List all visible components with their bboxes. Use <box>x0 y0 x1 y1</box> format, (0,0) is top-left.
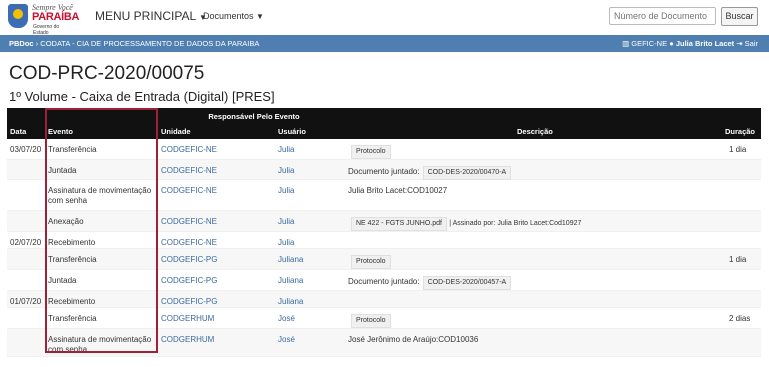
cell-evento: Transferência <box>48 145 97 154</box>
table-row: Juntada CODGEFIC-PG Juliana Documento ju… <box>7 270 761 291</box>
desc-tag[interactable]: Protocolo <box>351 145 391 159</box>
col-header-unidade: Unidade <box>161 127 191 136</box>
breadcrumb-org-link[interactable]: CODATA - CIA DE PROCESSAMENTO DE DADOS D… <box>40 39 259 48</box>
cell-descricao: Documento juntado: COD-DES-2020/00457-A <box>348 276 512 290</box>
cell-evento: Juntada <box>48 166 77 175</box>
desc-text: | Assinado por: Julia Brito Lacet:Cod109… <box>449 220 582 227</box>
user-info: ▥ GEFIC-NE ● Julia Brito Lacet ⇥ Sair <box>622 35 758 52</box>
col-header-data: Data <box>10 127 27 136</box>
cell-duracao: 2 dias <box>729 314 751 323</box>
cell-evento: Recebimento <box>48 297 96 306</box>
breadcrumb-separator: › <box>35 39 39 48</box>
logout-link[interactable]: Sair <box>745 39 758 48</box>
current-user[interactable]: Julia Brito Lacet <box>676 39 734 48</box>
cell-unidade-link[interactable]: CODGEFIC-PG <box>161 297 217 307</box>
cell-descricao: NE 422 - FGTS JUNHO.pdf | Assinado por: … <box>348 217 581 231</box>
attachment-link[interactable]: NE 422 - FGTS JUNHO.pdf <box>351 217 447 231</box>
cell-usuario-link[interactable]: José <box>278 335 295 345</box>
cell-evento: Transferência <box>48 255 97 264</box>
col-header-descricao: Descrição <box>517 127 553 136</box>
table-group-header: Responsável Pelo Evento <box>7 108 761 124</box>
breadcrumb: PBDoc › CODATA - CIA DE PROCESSAMENTO DE… <box>9 35 259 52</box>
table-row: 01/07/20 Recebimento CODGEFIC-PG Juliana <box>7 291 761 308</box>
cell-usuario-link[interactable]: Julia <box>278 238 294 248</box>
document-number-input[interactable] <box>609 7 716 25</box>
cell-unidade-link[interactable]: CODGEFIC-NE <box>161 186 217 196</box>
table-body: 03/07/20 Transferência CODGEFIC-NE Julia… <box>7 139 761 357</box>
document-code-title: COD-PRC-2020/00075 <box>9 63 205 84</box>
cell-duracao: 1 dia <box>729 145 747 154</box>
cell-descricao: Protocolo <box>348 145 391 159</box>
caret-down-icon: ▼ <box>256 12 264 21</box>
cell-evento: Juntada <box>48 276 77 285</box>
desc-tag[interactable]: COD-DES-2020/00470-A <box>422 166 512 180</box>
volume-subtitle: 1º Volume - Caixa de Entrada (Digital) [… <box>9 89 275 104</box>
desc-text: Documento juntado: <box>348 167 420 176</box>
cell-data: 03/07/20 <box>10 145 42 154</box>
responsible-group-header: Responsável Pelo Evento <box>208 112 300 121</box>
paraiba-logo[interactable]: Sempre Você PARAÍBA Governo do Estado <box>8 3 80 36</box>
cell-descricao: Julia Brito Lacet:COD10027 <box>348 186 448 195</box>
cell-unidade-link[interactable]: CODGEFIC-NE <box>161 166 217 176</box>
cell-unidade-link[interactable]: CODGEFIC-NE <box>161 145 217 155</box>
cell-descricao: Protocolo <box>348 255 391 269</box>
cell-usuario-link[interactable]: José <box>278 314 295 324</box>
search-button[interactable]: Buscar <box>721 7 758 26</box>
table-row: Juntada CODGEFIC-NE Julia Documento junt… <box>7 160 761 180</box>
building-icon: ▥ <box>622 39 630 48</box>
cell-usuario-link[interactable]: Juliana <box>278 255 303 265</box>
cell-descricao: José Jerônimo de Araújo:COD10036 <box>348 335 479 344</box>
cell-unidade-link[interactable]: CODGEFIC-NE <box>161 238 217 248</box>
desc-tag[interactable]: Protocolo <box>351 314 391 328</box>
user-icon: ● <box>669 39 674 48</box>
table-row: 03/07/20 Transferência CODGEFIC-NE Julia… <box>7 139 761 160</box>
desc-text: Documento juntado: <box>348 277 420 286</box>
table-row: Transferência CODGEFIC-PG Juliana Protoc… <box>7 249 761 270</box>
breadcrumb-root-link[interactable]: PBDoc <box>9 39 34 48</box>
cell-unidade-link[interactable]: CODGERHUM <box>161 335 214 345</box>
cell-unidade-link[interactable]: CODGEFIC-NE <box>161 217 217 227</box>
col-header-duracao: Duração <box>725 127 756 136</box>
cell-duracao: 1 dia <box>729 255 747 264</box>
cell-descricao: Protocolo <box>348 314 391 328</box>
main-menu-label: MENU PRINCIPAL <box>95 9 196 23</box>
cell-unidade-link[interactable]: CODGEFIC-PG <box>161 255 217 265</box>
cell-evento: Assinatura de movimentação com senha <box>48 335 152 354</box>
table-row: Transferência CODGERHUM José Protocolo 2… <box>7 308 761 329</box>
top-bar: Sempre Você PARAÍBA Governo do Estado ME… <box>0 0 769 36</box>
current-unit[interactable]: GEFIC-NE <box>631 39 667 48</box>
cell-data: 02/07/20 <box>10 238 42 247</box>
breadcrumb-bar: PBDoc › CODATA - CIA DE PROCESSAMENTO DE… <box>0 35 769 52</box>
documents-menu-dropdown[interactable]: Documentos ▼ <box>203 11 264 21</box>
desc-tag[interactable]: Protocolo <box>351 255 391 269</box>
desc-tag[interactable]: COD-DES-2020/00457-A <box>422 276 512 290</box>
table-row: Anexação CODGEFIC-NE Julia NE 422 - FGTS… <box>7 211 761 232</box>
cell-usuario-link[interactable]: Juliana <box>278 276 303 286</box>
cell-descricao: Documento juntado: COD-DES-2020/00470-A <box>348 166 512 180</box>
cell-usuario-link[interactable]: Juliana <box>278 297 303 307</box>
documents-menu-label: Documentos <box>203 11 254 21</box>
logo-title: PARAÍBA <box>32 11 80 23</box>
cell-usuario-link[interactable]: Julia <box>278 217 294 227</box>
cell-evento: Transferência <box>48 314 97 323</box>
cell-unidade-link[interactable]: CODGEFIC-PG <box>161 276 217 286</box>
table-row: Assinatura de movimentação com senha COD… <box>7 329 761 357</box>
cell-evento: Recebimento <box>48 238 96 247</box>
events-table: Responsável Pelo Evento Data Evento Unid… <box>7 108 761 357</box>
table-row: 02/07/20 Recebimento CODGEFIC-NE Julia <box>7 232 761 249</box>
cell-unidade-link[interactable]: CODGERHUM <box>161 314 214 324</box>
table-column-header: Data Evento Unidade Usuário Descrição Du… <box>7 124 761 139</box>
cell-evento: Anexação <box>48 217 84 226</box>
cell-usuario-link[interactable]: Julia <box>278 145 294 155</box>
cell-usuario-link[interactable]: Julia <box>278 186 294 196</box>
main-menu-dropdown[interactable]: MENU PRINCIPAL ▼ <box>95 9 207 23</box>
cell-usuario-link[interactable]: Julia <box>278 166 294 176</box>
table-row: Assinatura de movimentação com senha COD… <box>7 180 761 211</box>
cell-evento: Assinatura de movimentação com senha <box>48 186 152 205</box>
cell-data: 01/07/20 <box>10 297 42 306</box>
col-header-usuario: Usuário <box>278 127 306 136</box>
col-header-evento: Evento <box>48 127 74 136</box>
state-crest-icon <box>8 4 28 28</box>
logout-icon: ⇥ <box>736 39 743 48</box>
